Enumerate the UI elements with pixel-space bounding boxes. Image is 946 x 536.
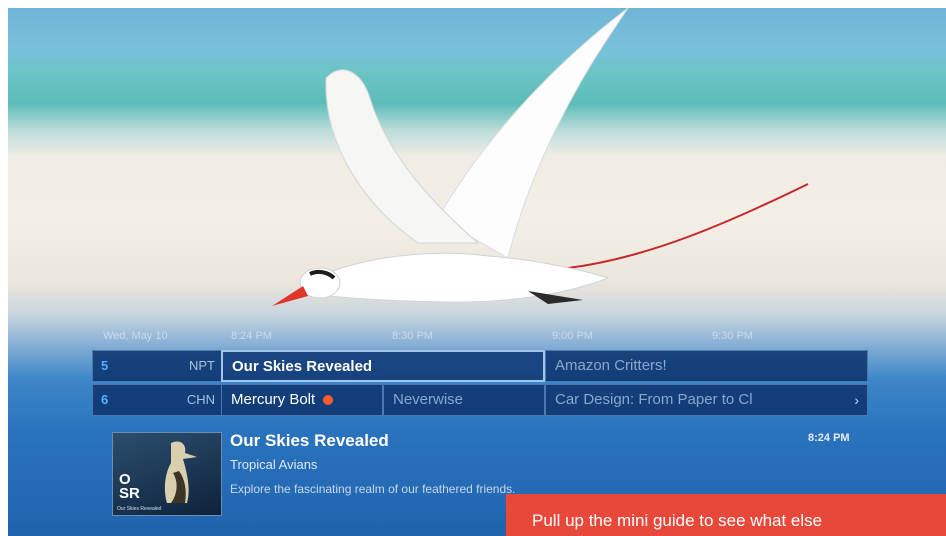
time-slot: 8:30 PM xyxy=(392,330,433,342)
thumbnail-caption: Our Skies Revealed xyxy=(117,506,162,512)
info-title: Our Skies Revealed xyxy=(230,431,389,450)
channel-cell-6[interactable]: 6 CHN xyxy=(92,384,222,416)
program-cell[interactable]: Car Design: From Paper to Cl › xyxy=(545,384,868,416)
show-logo: O SR xyxy=(119,471,140,502)
tip-text: Pull up the mini guide to see what else xyxy=(532,511,823,530)
info-time: 8:24 PM xyxy=(808,432,850,444)
guide-timebar: Wed, May 10 8:24 PM 8:30 PM 9:00 PM 9:30… xyxy=(8,328,946,346)
channel-name: NPT xyxy=(189,358,215,373)
channel-name: CHN xyxy=(186,392,215,407)
guide-date: Wed, May 10 xyxy=(103,330,168,342)
time-slot: 9:00 PM xyxy=(552,330,593,342)
info-episode: Tropical Avians xyxy=(230,457,318,472)
time-slot: 8:24 PM xyxy=(231,330,272,342)
info-description: Explore the fascinating realm of our fea… xyxy=(230,482,516,496)
program-title: Our Skies Revealed xyxy=(232,358,373,375)
program-title: Amazon Critters! xyxy=(555,357,667,374)
channel-cell-5[interactable]: 5 NPT xyxy=(92,350,222,382)
chevron-right-icon[interactable]: › xyxy=(854,385,859,415)
program-cell[interactable]: Mercury Bolt xyxy=(221,384,383,416)
program-title: Neverwise xyxy=(393,391,464,408)
program-cell[interactable]: Neverwise xyxy=(383,384,545,416)
channel-number: 5 xyxy=(101,358,109,373)
program-cell[interactable]: Amazon Critters! xyxy=(545,350,868,382)
program-title: Mercury Bolt xyxy=(231,391,316,408)
channel-number: 6 xyxy=(101,392,109,407)
program-cell-selected[interactable]: Our Skies Revealed xyxy=(221,350,545,382)
time-slot: 9:30 PM xyxy=(712,330,753,342)
program-title: Car Design: From Paper to Cl xyxy=(555,391,753,408)
tip-toast[interactable]: Pull up the mini guide to see what else xyxy=(506,494,946,536)
tv-screen: Wed, May 10 8:24 PM 8:30 PM 9:00 PM 9:30… xyxy=(8,8,946,536)
program-thumbnail: O SR Our Skies Revealed xyxy=(112,432,222,516)
record-dot-icon xyxy=(323,395,334,406)
